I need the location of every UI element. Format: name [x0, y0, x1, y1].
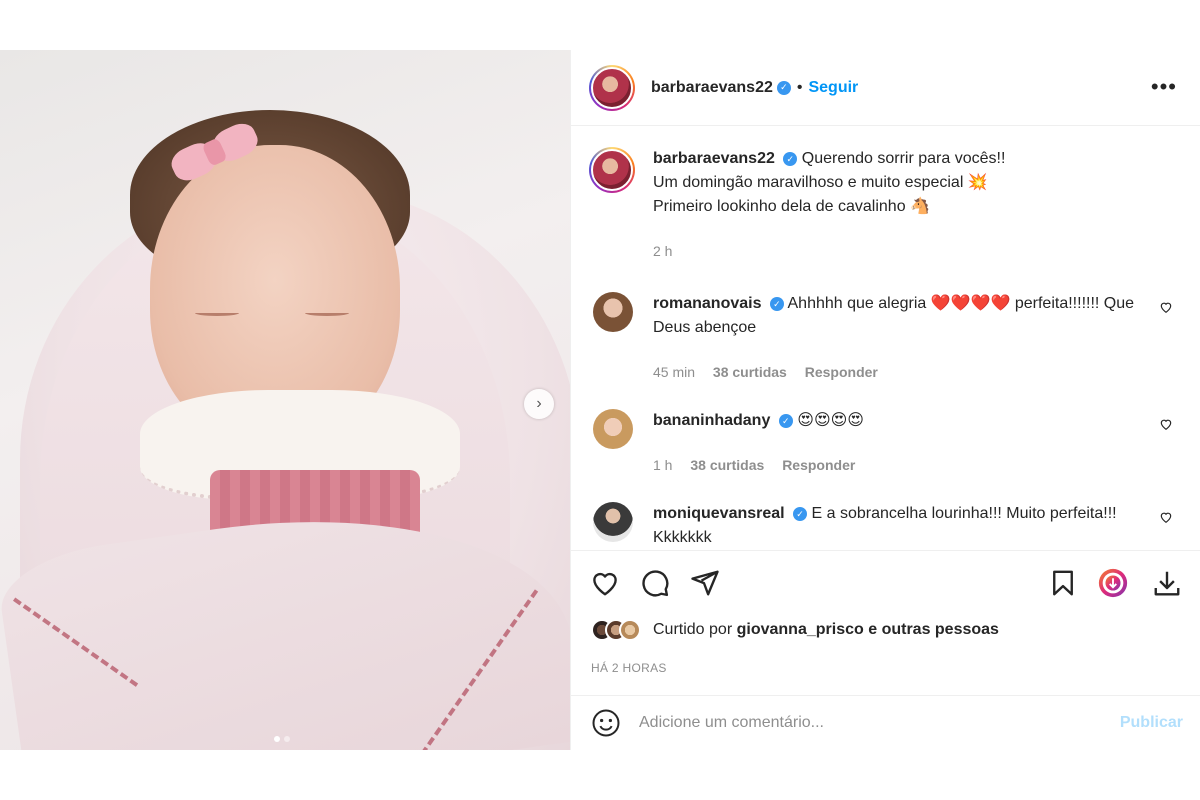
carousel-next-button[interactable]: ›	[524, 389, 554, 419]
comment-likes[interactable]: 38 curtidas	[690, 457, 764, 473]
baby-eye-right	[305, 310, 349, 316]
caption-line: Querendo sorrir para vocês!!	[801, 150, 1006, 167]
add-comment-bar: Adicione um comentário... Publicar	[571, 695, 1200, 750]
comment-like-heart-icon[interactable]	[1159, 510, 1173, 524]
extension-download-button[interactable]	[1097, 567, 1129, 599]
post-header: barbaraevans22 ✓ • Seguir •••	[571, 50, 1200, 126]
download-icon	[1154, 571, 1180, 596]
post-panel: barbaraevans22 ✓ • Seguir ••• barbaraeva…	[570, 50, 1200, 750]
verified-badge-icon: ✓	[776, 80, 791, 95]
reply-button[interactable]: Responder	[805, 364, 878, 380]
post-timestamp[interactable]: HÁ 2 HORAS	[591, 661, 667, 675]
heart-icon	[593, 572, 617, 596]
commenter-avatar[interactable]	[593, 502, 633, 542]
likes-prefix: Curtido por	[653, 621, 733, 638]
baby-eye-left	[195, 310, 239, 316]
share-button[interactable]	[689, 567, 721, 599]
commenter-avatar[interactable]	[593, 409, 633, 449]
comment-like-heart-icon[interactable]	[1159, 300, 1173, 314]
liker-avatar[interactable]	[619, 619, 641, 641]
comment-likes[interactable]: 38 curtidas	[713, 364, 787, 380]
more-options-icon[interactable]: •••	[1151, 74, 1177, 100]
likes-user[interactable]: giovanna_prisco	[737, 621, 864, 638]
commenter-avatar[interactable]	[593, 292, 633, 332]
verified-badge-icon: ✓	[783, 151, 798, 166]
carousel-dot	[284, 736, 290, 742]
caption-avatar[interactable]	[589, 147, 635, 193]
post-actions: Curtido por giovanna_prisco e outras pes…	[571, 550, 1200, 695]
comment-input[interactable]: Adicione um comentário...	[639, 714, 1120, 732]
separator-dot: •	[796, 78, 803, 96]
download-button[interactable]	[1151, 567, 1183, 599]
comment-button[interactable]	[639, 567, 671, 599]
post-caption: barbaraevans22 ✓ Querendo sorrir para vo…	[589, 147, 1005, 219]
author-username[interactable]: barbaraevans22	[651, 79, 773, 97]
bookmark-icon	[1053, 570, 1073, 596]
comment-time[interactable]: 45 min	[653, 364, 695, 380]
emoji-icon[interactable]	[591, 708, 621, 738]
comment-username[interactable]: romananovais	[653, 295, 761, 312]
comment-text: 😍😍😍😍	[797, 412, 864, 429]
carousel-dots	[274, 736, 290, 742]
send-icon	[691, 570, 719, 596]
chevron-right-icon: ›	[536, 395, 542, 412]
like-button[interactable]	[589, 567, 621, 599]
caption-line: Primeiro lookinho dela de cavalinho 🐴	[653, 198, 930, 215]
comment-username[interactable]: bananinhadany	[653, 412, 770, 429]
likes-suffix[interactable]: e outras pessoas	[868, 621, 999, 638]
reply-button[interactable]: Responder	[782, 457, 855, 473]
comment-username[interactable]: moniquevansreal	[653, 505, 785, 522]
save-button[interactable]	[1047, 567, 1079, 599]
comment-item: bananinhadany ✓ 😍😍😍😍 1 h 38 curtidas Res…	[589, 409, 1189, 477]
caption-time[interactable]: 2 h	[653, 243, 672, 259]
instagram-post: › barbaraevans22 ✓ • Seguir ••• barbarae…	[0, 50, 1200, 750]
comments-section[interactable]: barbaraevans22 ✓ Querendo sorrir para vo…	[571, 127, 1200, 549]
follow-button[interactable]: Seguir	[808, 79, 858, 97]
likes-summary: Curtido por giovanna_prisco e outras pes…	[591, 619, 999, 641]
comment-item: romananovais ✓ Ahhhhh que alegria ❤️❤️❤️…	[589, 292, 1189, 384]
verified-badge-icon: ✓	[793, 506, 808, 521]
comment-item: moniquevansreal ✓ E a sobrancelha lourin…	[589, 502, 1189, 549]
post-image[interactable]: ›	[0, 50, 570, 750]
comment-icon	[642, 570, 669, 597]
download-circle-icon	[1098, 568, 1128, 598]
author-avatar[interactable]	[589, 64, 635, 111]
verified-badge-icon: ✓	[778, 413, 793, 428]
publish-button[interactable]: Publicar	[1120, 714, 1183, 732]
caption-line: Um domingão maravilhoso e muito especial…	[653, 174, 988, 191]
carousel-dot	[274, 736, 280, 742]
comment-like-heart-icon[interactable]	[1159, 417, 1173, 431]
verified-badge-icon: ✓	[769, 296, 784, 311]
comment-time[interactable]: 1 h	[653, 457, 672, 473]
caption-username[interactable]: barbaraevans22	[653, 150, 775, 167]
